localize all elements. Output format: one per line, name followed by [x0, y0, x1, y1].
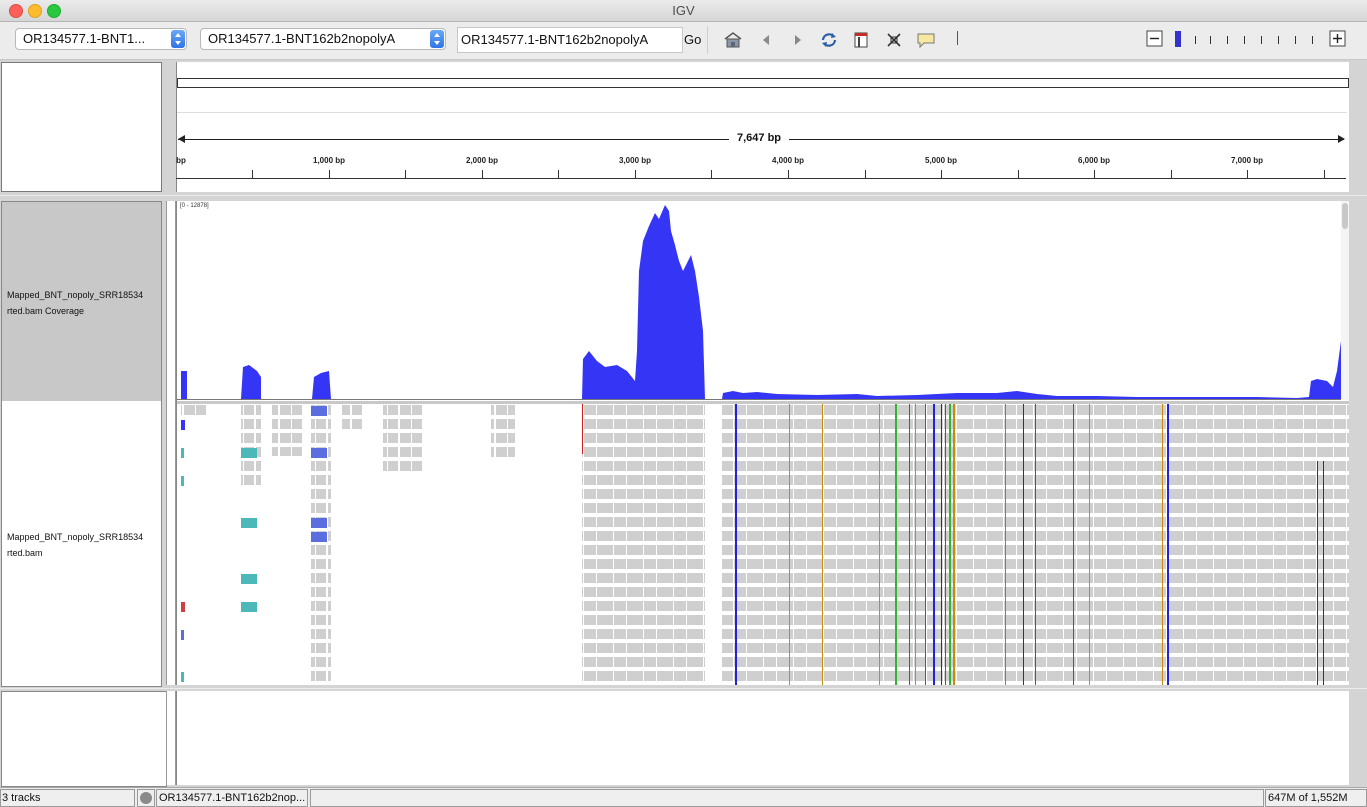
ruler-ticks: bp 1,000 bp 2,000 bp 3,000 bp 4,000 bp 5… [176, 0, 1348, 200]
coverage-track-name-line1: Mapped_BNT_nopoly_SRR18534 [7, 290, 144, 300]
scrollbar-thumb[interactable] [1342, 203, 1348, 229]
ruler-tick-label: 1,000 bp [312, 156, 346, 165]
tracks-view[interactable]: [0 - 12878] [176, 201, 1349, 685]
coverage-track-name[interactable]: Mapped_BNT_nopoly_SRR18534 rted.bam Cove… [2, 202, 161, 401]
alignment-track [177, 401, 1349, 685]
alignment-track-name-line2: rted.bam [7, 548, 43, 558]
ruler-tick-label: 7,000 bp [1230, 156, 1264, 165]
coverage-scrollbar[interactable] [1341, 201, 1349, 400]
feature-attribute-panel [166, 691, 176, 785]
status-indicator-box [137, 789, 155, 807]
status-tracks: 3 tracks [2, 792, 41, 804]
ruler-tick-label: 4,000 bp [771, 156, 805, 165]
ruler-tick-label: 2,000 bp [465, 156, 499, 165]
status-memory: 647M of 1,552M [1268, 792, 1348, 804]
feature-name-panel [1, 691, 167, 787]
status-locus-box: OR134577.1-BNT162b2nop... [156, 789, 308, 807]
feature-track-view[interactable] [176, 691, 1349, 785]
ruler-tick-label: 5,000 bp [924, 156, 958, 165]
status-bar: 3 tracks OR134577.1-BNT162b2nop... 647M … [0, 787, 1367, 807]
status-indicator-icon [140, 792, 152, 804]
track-name-panel: Mapped_BNT_nopoly_SRR18534 rted.bam Cove… [1, 201, 162, 687]
ruler-tick-label: 3,000 bp [618, 156, 652, 165]
status-locus: OR134577.1-BNT162b2nop... [159, 792, 306, 804]
coverage-track [177, 205, 1349, 400]
status-tracks-box: 3 tracks [0, 789, 135, 807]
alignment-track-name-line1: Mapped_BNT_nopoly_SRR18534 [7, 532, 144, 542]
ruler-tick-label: 6,000 bp [1077, 156, 1111, 165]
status-message-box [310, 789, 1264, 807]
tracks-svg [177, 205, 1349, 685]
alignment-track-name[interactable]: Mapped_BNT_nopoly_SRR18534 rted.bam [7, 529, 143, 561]
genome-select-value: OR134577.1-BNT1... [23, 31, 146, 46]
coverage-track-name-line2: rted.bam Coverage [7, 306, 85, 316]
attribute-panel [166, 201, 176, 685]
genome-select[interactable]: OR134577.1-BNT1... [15, 28, 187, 50]
ruler-tick-label: bp [176, 156, 186, 165]
status-memory-box[interactable]: 647M of 1,552M [1265, 789, 1367, 807]
header-name-panel [1, 62, 162, 192]
